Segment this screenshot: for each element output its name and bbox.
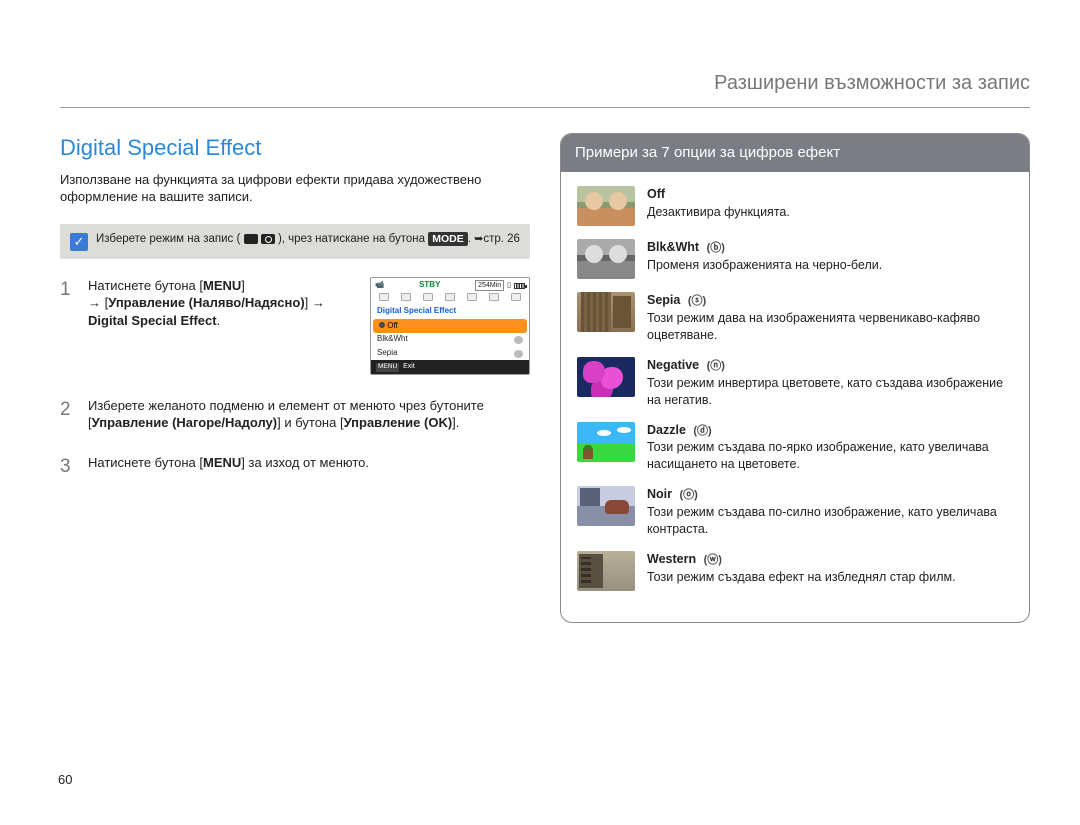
step-number: 2 <box>60 397 76 423</box>
effect-glyph-icon <box>514 350 523 358</box>
camera-icon <box>261 234 275 244</box>
lcd-menu-item-off: Off <box>373 319 527 333</box>
video-icon <box>244 234 258 244</box>
menu-key-label: MENU <box>376 363 399 372</box>
lcd-stby: STBY <box>419 280 440 291</box>
effect-desc: Този режим инвертира цветовете, като съз… <box>647 375 1013 409</box>
panel-title: Примери за 7 опции за цифров ефект <box>561 134 1029 172</box>
note-text: Изберете режим на запис ( ), чрез натиск… <box>96 232 520 248</box>
effect-row: Negative (ⓝ)Този режим инвертира цветове… <box>577 357 1013 409</box>
effect-text: Negative (ⓝ)Този режим инвертира цветове… <box>647 357 1013 409</box>
effect-text: Blk&Wht (ⓑ)Променя изображенията на черн… <box>647 239 882 274</box>
effect-name: Off <box>647 186 790 203</box>
step-number: 3 <box>60 454 76 480</box>
effect-glyph-icon: (ⓦ) <box>704 553 722 568</box>
step-2: 2 Изберете желаното подменю и елемент от… <box>60 397 530 432</box>
sd-icon: ▯ <box>507 281 511 290</box>
page-ref-icon: ➥ <box>474 233 483 245</box>
effect-desc: Дезактивира функцията. <box>647 204 790 221</box>
effect-glyph-icon: (ⓢ) <box>688 294 706 309</box>
effect-row: OffДезактивира функцията. <box>577 186 1013 226</box>
effect-thumbnail <box>577 551 635 591</box>
lcd-menu-item-sepia: Sepia <box>371 347 529 361</box>
lcd-exit-bar: MENU Exit <box>371 360 529 373</box>
effect-glyph-icon: (ⓓ) <box>693 424 711 439</box>
effect-glyph-icon: (ⓝ) <box>707 359 725 374</box>
note-box: ✓ Изберете режим на запис ( ), чрез нати… <box>60 224 530 259</box>
effects-list: OffДезактивира функцията. Blk&Wht (ⓑ)Пром… <box>561 172 1029 622</box>
effect-glyph-icon: (ⓞ) <box>679 488 697 503</box>
effect-desc: Този режим дава на изображенията червени… <box>647 310 1013 344</box>
effect-name: Western (ⓦ) <box>647 551 956 568</box>
step-1: 1 Натиснете бутона [MENU] → [Управление … <box>60 277 530 375</box>
columns: Digital Special Effect Използване на фун… <box>60 133 1030 623</box>
battery-icon <box>514 283 525 289</box>
lcd-time: 254Min <box>475 280 504 291</box>
section-title: Digital Special Effect <box>60 133 530 163</box>
effect-desc: Този режим създава по-ярко изображение, … <box>647 439 1013 473</box>
effect-row: Blk&Wht (ⓑ)Променя изображенията на черн… <box>577 239 1013 279</box>
effect-text: Western (ⓦ)Този режим създава ефект на и… <box>647 551 956 586</box>
lcd-preview: 📹 STBY 254Min ▯ <box>370 277 530 375</box>
effect-text: Sepia (ⓢ)Този режим дава на изображеният… <box>647 292 1013 344</box>
effect-thumbnail <box>577 357 635 397</box>
effect-name: Blk&Wht (ⓑ) <box>647 239 882 256</box>
page-header: Разширени възможности за запис <box>60 70 1030 108</box>
effect-name: Sepia (ⓢ) <box>647 292 1013 309</box>
lcd-menu-title: Digital Special Effect <box>371 304 529 319</box>
step-2-text: Изберете желаното подменю и елемент от м… <box>88 397 530 432</box>
effect-name: Negative (ⓝ) <box>647 357 1013 374</box>
effect-thumbnail <box>577 186 635 226</box>
effect-thumbnail <box>577 239 635 279</box>
effect-thumbnail <box>577 292 635 332</box>
effect-row: Dazzle (ⓓ)Този режим създава по-ярко изо… <box>577 422 1013 474</box>
page-number: 60 <box>58 771 72 789</box>
effect-row: Sepia (ⓢ)Този режим дава на изображеният… <box>577 292 1013 344</box>
examples-panel: Примери за 7 опции за цифров ефект OffДе… <box>560 133 1030 623</box>
step-1-text: Натиснете бутона [MENU] → [Управление (Н… <box>88 277 360 330</box>
effect-row: Noir (ⓞ)Този режим създава по-силно изоб… <box>577 486 1013 538</box>
check-icon: ✓ <box>70 233 88 251</box>
effect-desc: Променя изображенията на черно-бели. <box>647 257 882 274</box>
step-number: 1 <box>60 277 76 303</box>
effect-text: Noir (ⓞ)Този режим създава по-силно изоб… <box>647 486 1013 538</box>
left-column: Digital Special Effect Използване на фун… <box>60 133 530 623</box>
lcd-icon-row <box>371 291 529 304</box>
effect-text: Dazzle (ⓓ)Този режим създава по-ярко изо… <box>647 422 1013 474</box>
right-column: Примери за 7 опции за цифров ефект OffДе… <box>560 133 1030 623</box>
effect-glyph-icon <box>514 336 523 344</box>
effect-text: OffДезактивира функцията. <box>647 186 790 221</box>
page: Разширени възможности за запис Digital S… <box>0 0 1080 663</box>
lcd-menu-item-blkwht: Blk&Wht <box>371 333 529 347</box>
effect-glyph-icon: (ⓑ) <box>707 241 725 256</box>
effect-name: Noir (ⓞ) <box>647 486 1013 503</box>
step-3-text: Натиснете бутона [MENU] за изход от меню… <box>88 454 530 472</box>
effect-name: Dazzle (ⓓ) <box>647 422 1013 439</box>
intro-text: Използване на функцията за цифрови ефект… <box>60 171 530 206</box>
step-3: 3 Натиснете бутона [MENU] за изход от ме… <box>60 454 530 480</box>
effect-desc: Този режим създава ефект на избледнял ст… <box>647 569 956 586</box>
effect-row: Western (ⓦ)Този режим създава ефект на и… <box>577 551 1013 591</box>
effect-thumbnail <box>577 486 635 526</box>
lcd-mode-icon: 📹 <box>375 280 384 290</box>
lcd-exit-label: Exit <box>403 362 415 371</box>
effect-thumbnail <box>577 422 635 462</box>
mode-button-label: MODE <box>428 232 468 246</box>
effect-desc: Този режим създава по-силно изображение,… <box>647 504 1013 538</box>
steps-list: 1 Натиснете бутона [MENU] → [Управление … <box>60 277 530 480</box>
